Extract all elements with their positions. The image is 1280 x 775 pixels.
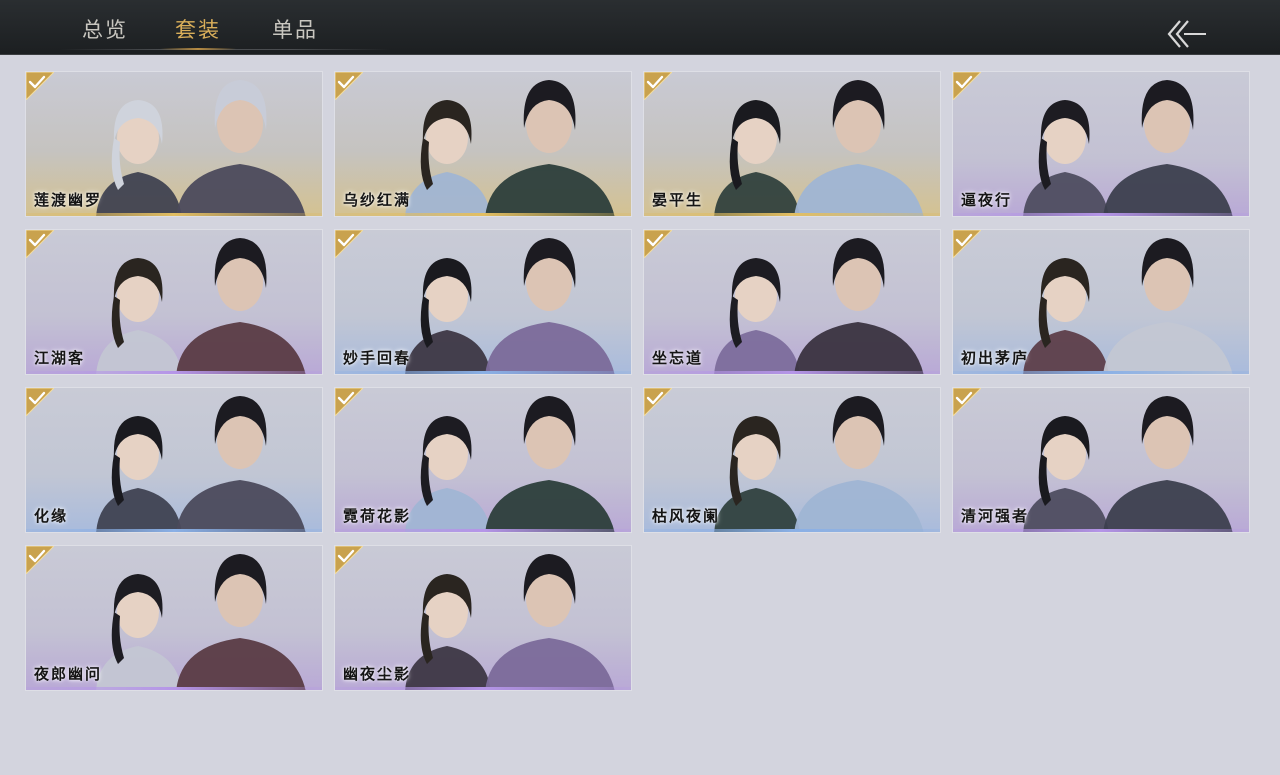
outfit-card[interactable]: 化缘: [25, 387, 323, 533]
outfit-card[interactable]: 清河强者: [952, 387, 1250, 533]
outfit-name: 夜郎幽问: [34, 665, 103, 683]
outfit-name: 清河强者: [961, 507, 1030, 525]
owned-check-icon: [335, 388, 364, 417]
tab-overview[interactable]: 总览: [82, 14, 128, 44]
active-tab-indicator: [160, 48, 236, 50]
top-tab-bar: 总览 套装 单品: [0, 0, 1280, 55]
owned-check-icon: [953, 388, 982, 417]
owned-check-icon: [335, 230, 364, 259]
outfit-name: 霓荷花影: [343, 507, 412, 525]
outfit-card[interactable]: 妙手回春: [334, 229, 632, 375]
outfit-name: 幽夜尘影: [343, 665, 412, 683]
outfit-card[interactable]: 晏平生: [643, 71, 941, 217]
outfit-card[interactable]: 逼夜行: [952, 71, 1250, 217]
owned-check-icon: [953, 72, 982, 101]
owned-check-icon: [644, 388, 673, 417]
outfit-name: 晏平生: [652, 191, 704, 209]
rarity-bottom-line: [644, 213, 940, 216]
rarity-bottom-line: [26, 687, 322, 690]
outfit-name: 莲渡幽罗: [34, 191, 103, 209]
outfit-name: 坐忘道: [652, 349, 704, 367]
outfit-card[interactable]: 霓荷花影: [334, 387, 632, 533]
outfit-card[interactable]: 枯风夜阑: [643, 387, 941, 533]
owned-check-icon: [26, 388, 55, 417]
rarity-bottom-line: [953, 213, 1249, 216]
rarity-glow: [26, 462, 322, 532]
owned-check-icon: [644, 72, 673, 101]
outfit-card[interactable]: 坐忘道: [643, 229, 941, 375]
owned-check-icon: [26, 72, 55, 101]
outfit-name: 妙手回春: [343, 349, 412, 367]
rarity-bottom-line: [644, 529, 940, 532]
tab-outfit-sets[interactable]: 套装: [175, 14, 221, 44]
rarity-bottom-line: [26, 213, 322, 216]
outfit-card[interactable]: 莲渡幽罗: [25, 71, 323, 217]
outfit-name: 初出茅庐: [961, 349, 1030, 367]
rarity-bottom-line: [26, 529, 322, 532]
back-button[interactable]: [1164, 17, 1210, 51]
rarity-bottom-line: [335, 529, 631, 532]
outfit-name: 化缘: [34, 507, 69, 525]
outfit-card[interactable]: 乌纱红满: [334, 71, 632, 217]
owned-check-icon: [953, 230, 982, 259]
double-chevron-left-arrow-icon: [1167, 20, 1206, 48]
outfit-name: 逼夜行: [961, 191, 1013, 209]
outfit-card[interactable]: 夜郎幽问: [25, 545, 323, 691]
rarity-bottom-line: [953, 529, 1249, 532]
outfit-name: 乌纱红满: [343, 191, 412, 209]
owned-check-icon: [26, 230, 55, 259]
tab-single-items[interactable]: 单品: [272, 14, 318, 44]
outfit-name: 江湖客: [34, 349, 86, 367]
rarity-bottom-line: [335, 213, 631, 216]
outfit-name: 枯风夜阑: [652, 507, 721, 525]
rarity-bottom-line: [953, 371, 1249, 374]
outfit-card[interactable]: 江湖客: [25, 229, 323, 375]
owned-check-icon: [335, 72, 364, 101]
owned-check-icon: [644, 230, 673, 259]
outfit-card[interactable]: 幽夜尘影: [334, 545, 632, 691]
owned-check-icon: [335, 546, 364, 575]
outfit-card[interactable]: 初出茅庐: [952, 229, 1250, 375]
owned-check-icon: [26, 546, 55, 575]
rarity-bottom-line: [26, 371, 322, 374]
rarity-bottom-line: [335, 687, 631, 690]
rarity-bottom-line: [335, 371, 631, 374]
rarity-bottom-line: [644, 371, 940, 374]
